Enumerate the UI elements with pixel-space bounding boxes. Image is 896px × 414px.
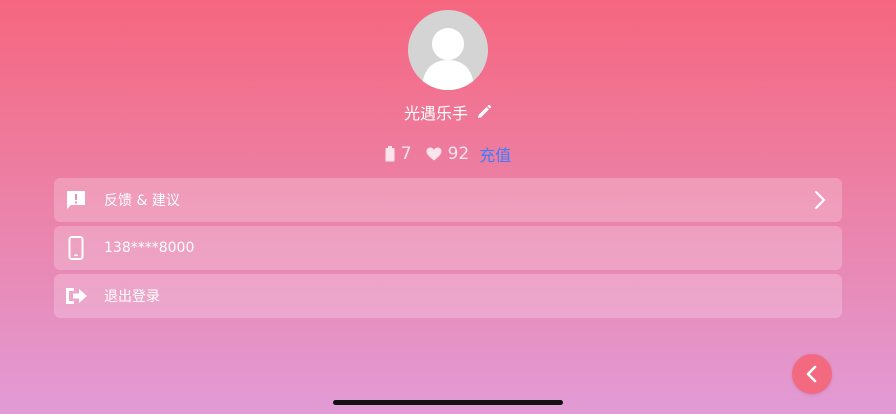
battery-stat: 7 <box>385 144 412 164</box>
logout-icon <box>64 284 88 308</box>
heart-icon <box>426 147 442 161</box>
heart-count: 92 <box>447 144 470 164</box>
battery-count: 7 <box>400 144 412 164</box>
feedback-label: 反馈 & 建议 <box>104 193 180 209</box>
logout-menu-item[interactable]: 退出登录 <box>54 274 842 318</box>
avatar-placeholder-icon <box>422 28 474 90</box>
back-button[interactable] <box>792 354 832 394</box>
username-row: 光遇乐手 <box>0 98 896 126</box>
chevron-right-icon <box>810 190 830 210</box>
phone-label: 138****8000 <box>104 240 195 256</box>
phone-menu-item[interactable]: 138****8000 <box>54 226 842 270</box>
pencil-icon[interactable] <box>476 104 492 120</box>
feedback-icon <box>64 188 88 212</box>
recharge-link[interactable]: 充值 <box>479 142 511 166</box>
battery-icon <box>385 146 395 162</box>
username: 光遇乐手 <box>403 104 468 123</box>
logout-label: 退出登录 <box>104 289 160 305</box>
chevron-left-icon <box>803 365 821 383</box>
heart-stat: 92 <box>426 144 470 164</box>
stats-row: 7 92 充值 <box>0 140 896 168</box>
avatar[interactable] <box>408 10 488 90</box>
home-indicator <box>333 400 563 405</box>
phone-icon <box>64 236 88 260</box>
feedback-menu-item[interactable]: 反馈 & 建议 <box>54 178 842 222</box>
